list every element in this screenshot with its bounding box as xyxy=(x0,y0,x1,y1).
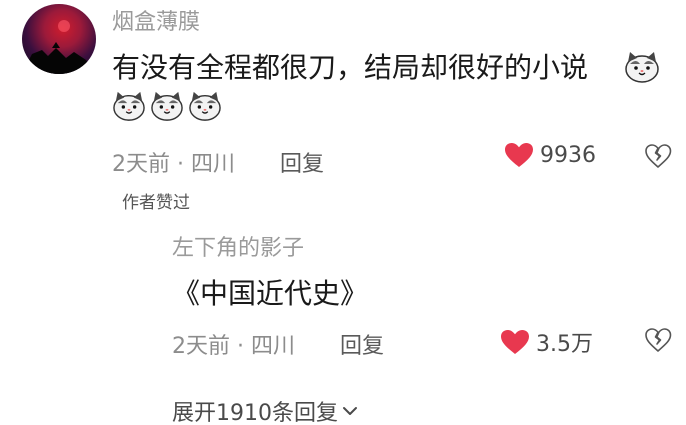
cat-face-icon xyxy=(151,91,183,121)
cat-face-icon xyxy=(625,52,659,83)
reply-time: 2天前 xyxy=(172,334,230,359)
meta-separator: · xyxy=(237,334,251,359)
reply-like-count: 3.5万 xyxy=(536,332,593,357)
chevron-down-icon xyxy=(343,407,357,415)
comment-location: 四川 xyxy=(191,152,236,177)
avatar[interactable] xyxy=(22,4,96,74)
emoji-row xyxy=(112,90,222,122)
reply-username[interactable]: 左下角的影子 xyxy=(172,230,304,262)
reply-reply-button[interactable]: 回复 xyxy=(340,334,384,359)
like-count: 9936 xyxy=(540,142,596,168)
comment-username[interactable]: 烟盒薄膜 xyxy=(112,4,200,36)
broken-heart-icon[interactable] xyxy=(644,143,672,169)
cat-face-icon xyxy=(189,91,221,121)
reply-text: 《中国近代史》 xyxy=(172,277,369,310)
meta-separator: · xyxy=(177,152,191,177)
expand-replies-label: 展开1910条回复 xyxy=(172,401,338,425)
reply-location: 四川 xyxy=(251,334,296,359)
broken-heart-icon[interactable] xyxy=(644,327,672,353)
reply-like-button[interactable]: 3.5万 xyxy=(500,326,593,358)
reply-button[interactable]: 回复 xyxy=(280,152,324,177)
cat-face-icon xyxy=(113,91,145,121)
reply-meta: 2天前 · 四川 回复 xyxy=(172,328,384,360)
expand-replies-button[interactable]: 展开1910条回复 xyxy=(172,395,358,425)
heart-icon xyxy=(501,330,529,354)
comment-meta: 2天前 · 四川 回复 xyxy=(112,146,324,178)
like-button[interactable]: 9936 xyxy=(504,142,596,168)
comment-text: 有没有全程都很刀，结局却很好的小说 xyxy=(112,51,589,84)
avatar-image xyxy=(22,20,96,74)
author-liked-label: 作者赞过 xyxy=(122,193,190,213)
heart-icon xyxy=(505,143,533,167)
comment-time: 2天前 xyxy=(112,152,170,177)
comment-thread: 烟盒薄膜 有没有全程都很刀，结局却很好的小说 2天前 · 四川 回复 9936 … xyxy=(0,0,686,425)
